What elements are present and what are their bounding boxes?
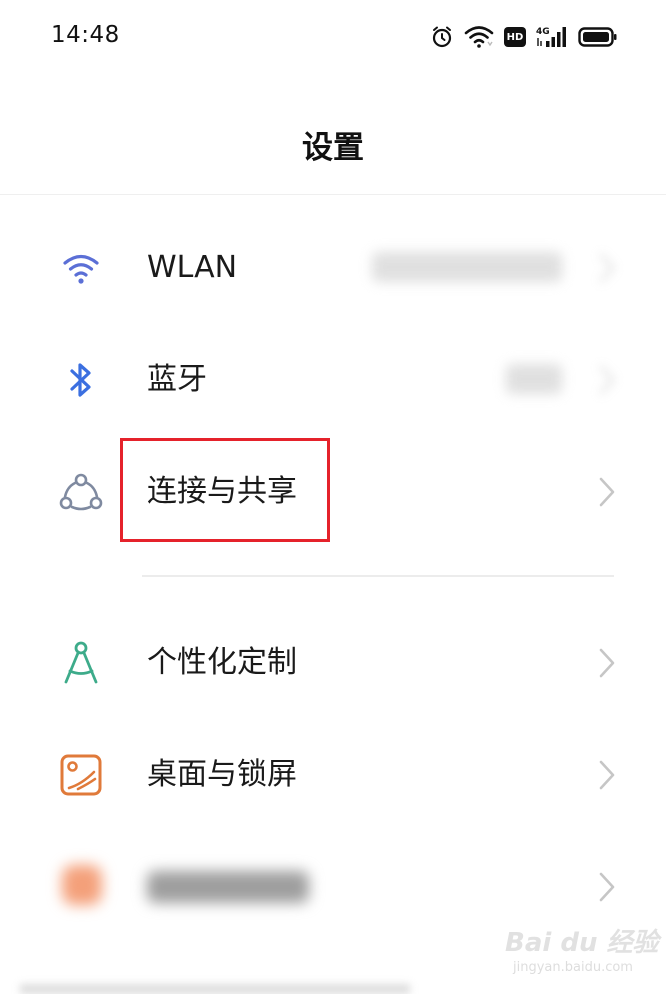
- connection-sharing-icon: [58, 470, 104, 514]
- watermark-brand: Bai du 经验: [505, 928, 659, 958]
- wallpaper-icon: [58, 753, 104, 797]
- wifi-status-icon: [464, 26, 494, 48]
- chevron-right-icon: [599, 760, 615, 790]
- settings-item-wlan[interactable]: WLAN: [0, 212, 666, 324]
- settings-item-personalization[interactable]: 个性化定制: [0, 607, 666, 719]
- chevron-right-icon: [599, 872, 615, 902]
- page-title: 设置: [302, 130, 364, 166]
- wlan-network-value-redacted: [372, 252, 562, 282]
- hd-badge: HD: [504, 27, 526, 47]
- settings-item-label: 个性化定制: [147, 645, 297, 680]
- section-divider: [142, 575, 614, 577]
- redacted-label: [147, 871, 309, 903]
- bluetooth-status-value-redacted: [506, 364, 562, 394]
- battery-icon: [578, 27, 617, 47]
- redacted-icon: [62, 865, 102, 905]
- chevron-right-icon: [599, 365, 615, 395]
- status-time: 14:48: [51, 22, 120, 48]
- bluetooth-icon: [58, 358, 104, 402]
- wifi-icon: [58, 246, 104, 290]
- settings-item-label: 蓝牙: [147, 362, 207, 397]
- chevron-right-icon: [599, 253, 615, 283]
- status-bar: 14:48 HD 4G: [0, 0, 666, 76]
- watermark-url: jingyan.baidu.com: [513, 960, 633, 975]
- settings-item-home-lock-screen[interactable]: 桌面与锁屏: [0, 719, 666, 831]
- settings-item-label: 桌面与锁屏: [147, 757, 297, 792]
- redacted-bottom-row: [20, 984, 410, 994]
- settings-item-bluetooth[interactable]: 蓝牙: [0, 324, 666, 436]
- header-divider: [0, 194, 666, 195]
- chevron-right-icon: [599, 648, 615, 678]
- settings-item-connection-sharing[interactable]: 连接与共享: [0, 436, 666, 548]
- personalization-compass-icon: [58, 641, 104, 685]
- alarm-icon: [432, 26, 452, 48]
- highlight-annotation-box: [120, 438, 330, 542]
- status-icons: HD 4G: [430, 22, 618, 52]
- settings-item-label: WLAN: [147, 250, 238, 285]
- cellular-4g-icon: 4G: [536, 27, 566, 47]
- chevron-right-icon: [599, 477, 615, 507]
- baidu-jingyan-watermark: Bai du 经验 jingyan.baidu.com: [505, 918, 659, 982]
- network-label: 4G: [536, 27, 550, 37]
